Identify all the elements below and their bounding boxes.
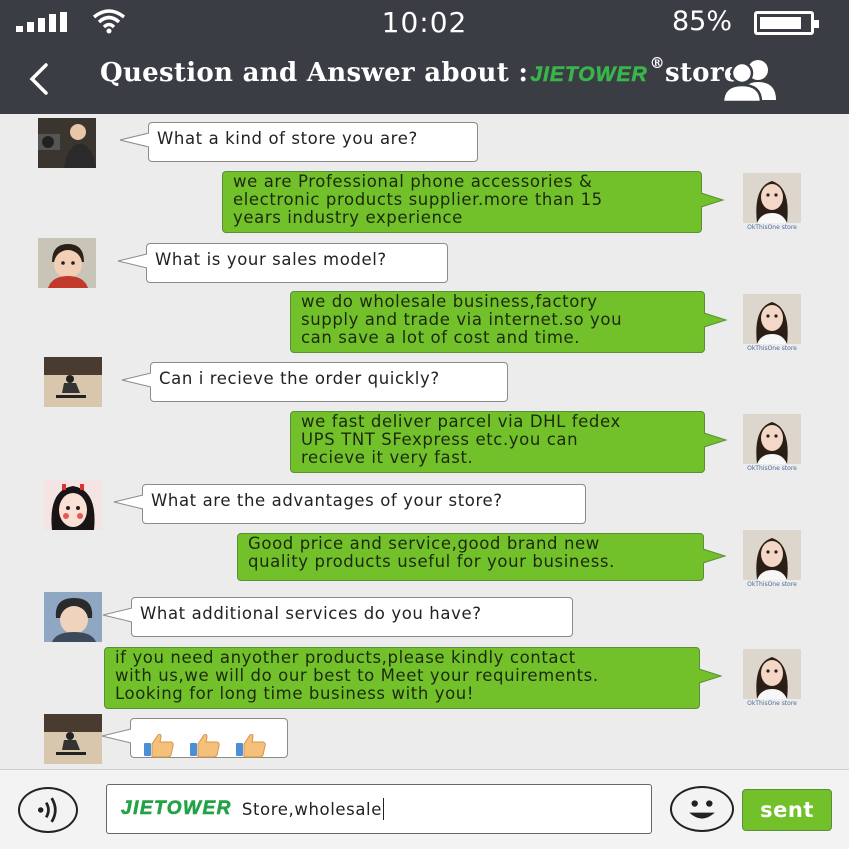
customer-avatar[interactable] — [38, 118, 96, 168]
back-arrow-icon[interactable] — [24, 62, 54, 96]
registered-mark: ® — [649, 54, 665, 72]
send-button[interactable]: sent — [742, 789, 832, 831]
question-bubble: Can i recieve the order quickly? — [150, 362, 508, 402]
thumbs-up-icon — [144, 733, 174, 758]
bubble-tail — [119, 132, 151, 148]
status-bar: 10:02 85% — [0, 0, 849, 46]
thumbs-up-row — [139, 726, 281, 764]
answer-bubble: we are Professional phone accessories & … — [222, 171, 702, 233]
agent-avatar[interactable] — [743, 649, 801, 699]
question-bubble: What a kind of store you are? — [148, 122, 478, 162]
text-caret — [382, 798, 384, 820]
bubble-tail — [117, 253, 149, 269]
input-value: Store,wholesale — [241, 799, 382, 819]
answer-bubble: Good price and service,good brand new qu… — [237, 533, 704, 581]
bubble-tail — [121, 372, 153, 388]
answer-bubble: we fast deliver parcel via DHL fedex UPS… — [290, 411, 705, 473]
avatar-caption: OkThisOne store — [747, 581, 797, 588]
avatar-caption: OkThisOne store — [747, 465, 797, 472]
message-input[interactable]: JIETOWER Store,wholesale — [106, 784, 652, 834]
customer-avatar[interactable] — [38, 238, 96, 288]
customer-avatar[interactable] — [44, 480, 102, 530]
brand-logo-text: JIETOWER — [530, 63, 648, 87]
question-bubble: What additional services do you have? — [131, 597, 573, 637]
battery-icon — [754, 11, 819, 35]
avatar-caption: OkThisOne store — [747, 345, 797, 352]
bubble-tail — [102, 607, 134, 623]
emoji-icon[interactable] — [670, 786, 734, 832]
avatar-caption: OkThisOne store — [747, 224, 797, 231]
avatar-caption: OkThisOne store — [747, 700, 797, 707]
page-title: Question and Answer about : JIETOWER ® s… — [100, 54, 741, 88]
battery-percent: 85% — [672, 6, 733, 37]
thumbs-up-icon — [190, 733, 220, 758]
title-prefix: Question and Answer about : — [100, 58, 529, 88]
bubble-tail — [113, 494, 145, 510]
voice-icon[interactable] — [18, 787, 78, 833]
bubble-tail — [699, 192, 725, 208]
thumbs-up-bubble — [130, 718, 288, 758]
agent-avatar[interactable] — [743, 294, 801, 344]
agent-avatar[interactable] — [743, 530, 801, 580]
bubble-tail — [697, 668, 723, 684]
bubble-tail — [702, 432, 728, 448]
question-bubble: What is your sales model? — [146, 243, 448, 283]
contacts-icon[interactable] — [718, 58, 782, 102]
bubble-tail — [702, 312, 728, 328]
input-bar: JIETOWER Store,wholesale sent — [0, 769, 849, 849]
answer-bubble: we do wholesale business,factory supply … — [290, 291, 705, 353]
customer-avatar[interactable] — [44, 357, 102, 407]
input-brand-text: JIETOWER — [121, 798, 232, 820]
customer-avatar[interactable] — [44, 714, 102, 764]
bubble-tail — [701, 548, 727, 564]
bubble-tail — [101, 728, 133, 744]
question-bubble: What are the advantages of your store? — [142, 484, 586, 524]
agent-avatar[interactable] — [743, 414, 801, 464]
answer-bubble: if you need anyother products,please kin… — [104, 647, 700, 709]
agent-avatar[interactable] — [743, 173, 801, 223]
top-bar: 10:02 85% Question and Answer about : JI… — [0, 0, 849, 114]
customer-avatar[interactable] — [44, 592, 102, 642]
thumbs-up-icon — [236, 733, 266, 758]
